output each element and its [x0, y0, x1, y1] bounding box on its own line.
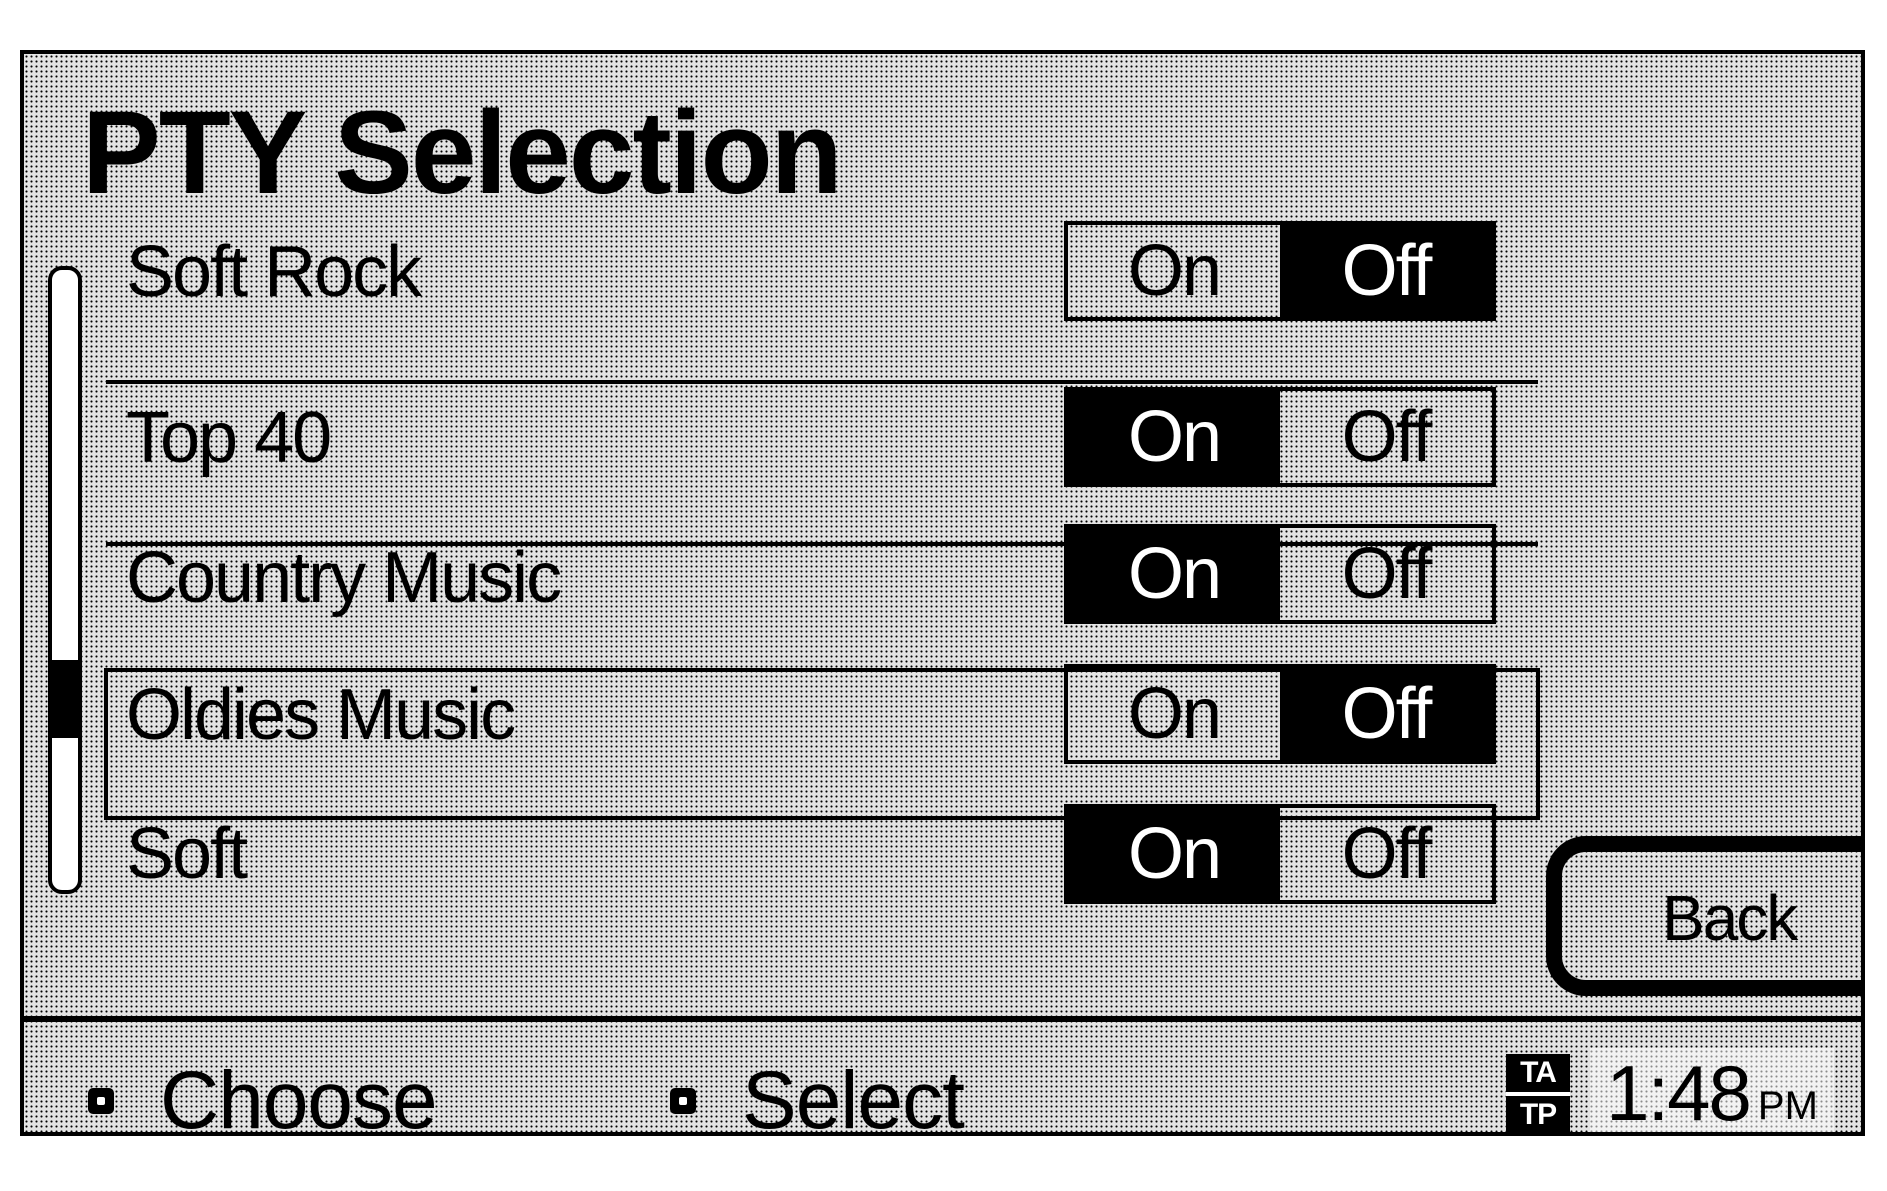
pty-selection-screen: PTY Selection Soft Rock On Off Top 40 On…	[20, 50, 1865, 1136]
toggle-off-option[interactable]: Off	[1280, 391, 1492, 483]
toggle-on-option[interactable]: On	[1068, 225, 1280, 317]
toggle-on-option[interactable]: On	[1068, 808, 1280, 900]
clock: 1:48 PM	[1590, 1048, 1834, 1136]
row-divider	[106, 380, 1538, 384]
toggle-soft[interactable]: On Off	[1064, 804, 1496, 904]
toggle-oldies-music[interactable]: On Off	[1064, 664, 1496, 764]
toggle-top-40[interactable]: On Off	[1064, 387, 1496, 487]
row-label-soft: Soft	[126, 814, 248, 894]
toggle-on-option[interactable]: On	[1068, 668, 1280, 760]
page-title: PTY Selection	[82, 87, 843, 219]
scrollbar-thumb[interactable]	[52, 660, 78, 738]
toggle-soft-rock[interactable]: On Off	[1064, 221, 1496, 321]
row-label-country-music: Country Music	[126, 538, 562, 618]
tp-label: TP	[1519, 1098, 1557, 1131]
row-label-soft-rock: Soft Rock	[126, 232, 422, 312]
toggle-off-option[interactable]: Off	[1280, 668, 1492, 760]
back-button[interactable]: Back	[1546, 836, 1861, 996]
choose-label: Choose	[160, 1055, 438, 1136]
choose-hint: Choose	[88, 1055, 438, 1136]
toggle-off-option[interactable]: Off	[1280, 528, 1492, 620]
toggle-country-music[interactable]: On Off	[1064, 524, 1496, 624]
select-hint: Select	[670, 1055, 965, 1136]
toggle-off-option[interactable]: Off	[1280, 225, 1492, 317]
ta-tp-indicator: TA TP	[1506, 1054, 1570, 1132]
scrollbar[interactable]	[48, 266, 82, 894]
ta-label: TA	[1506, 1054, 1570, 1096]
select-label: Select	[742, 1055, 965, 1136]
row-label-top-40: Top 40	[126, 398, 332, 478]
toggle-on-option[interactable]: On	[1068, 391, 1280, 483]
toggle-off-option[interactable]: Off	[1280, 808, 1492, 900]
knob-press-icon	[670, 1088, 696, 1114]
clock-time: 1:48	[1606, 1049, 1752, 1136]
knob-turn-icon	[88, 1088, 114, 1114]
status-bar-divider	[24, 1016, 1861, 1022]
toggle-on-option[interactable]: On	[1068, 528, 1280, 620]
clock-ampm: PM	[1757, 1084, 1818, 1128]
row-label-oldies-music: Oldies Music	[126, 675, 516, 755]
back-button-label: Back	[1662, 882, 1798, 954]
